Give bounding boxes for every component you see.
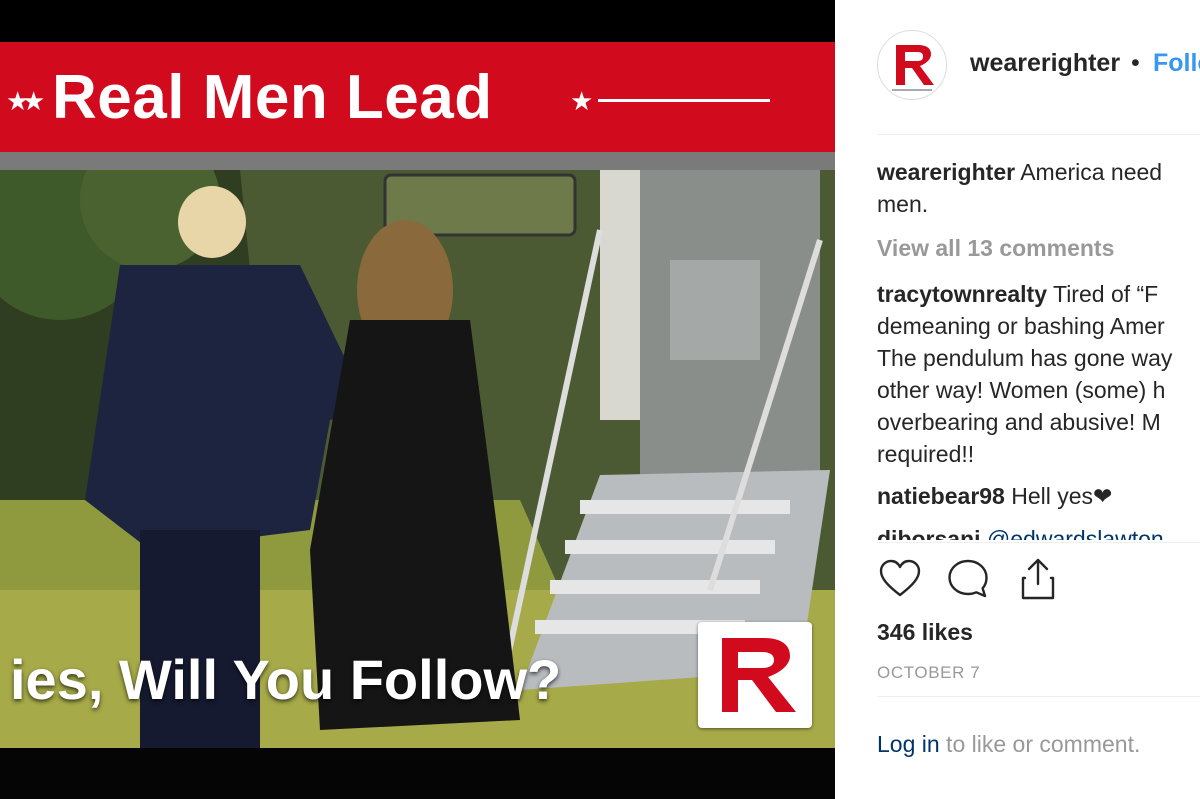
- post-caption: wearerighter America need men.: [877, 156, 1162, 220]
- comments-list: wearerighter America need men. View all …: [877, 150, 1200, 540]
- caption-text-line2: men.: [877, 191, 929, 217]
- mention-link[interactable]: @edwardslawton: [987, 526, 1164, 540]
- comment-username[interactable]: natiebear98: [877, 483, 1005, 509]
- banner-rule: [598, 99, 770, 102]
- login-text: to like or comment.: [939, 731, 1141, 757]
- post-media[interactable]: ★ ★ Real Men Lead ★ ies, Will You Follow…: [0, 0, 835, 799]
- r-logo-icon: [722, 638, 796, 712]
- banner-title: Real Men Lead: [52, 63, 493, 132]
- comment-text: overbearing and abusive! M: [877, 409, 1161, 435]
- media-bottom-bar: [0, 748, 835, 799]
- view-all-comments-link[interactable]: View all 13 comments: [877, 232, 1114, 264]
- righter-logo: [698, 622, 812, 728]
- comment-username[interactable]: tracytownrealty: [877, 281, 1047, 307]
- divider: [877, 696, 1200, 697]
- banner-strip: [0, 152, 835, 170]
- divider: [877, 542, 1200, 543]
- divider: [877, 134, 1200, 135]
- likes-count[interactable]: 346 likes: [877, 616, 973, 648]
- comment: diborsani @edwardslawton: [877, 523, 1164, 540]
- comment: natiebear98 Hell yes❤: [877, 480, 1112, 512]
- comment: tracytownrealty Tired of “F demeaning or…: [877, 278, 1172, 470]
- comment-username[interactable]: diborsani: [877, 526, 981, 540]
- action-bar: [877, 556, 1077, 606]
- post-header: wearerighter • Follo: [835, 0, 1200, 135]
- header-separator: •: [1131, 49, 1140, 77]
- comment-bubble-icon[interactable]: [945, 556, 991, 602]
- login-prompt: Log in to like or comment.: [877, 728, 1140, 760]
- image-caption: ies, Will You Follow?: [10, 648, 562, 711]
- header-username[interactable]: wearerighter: [970, 46, 1120, 80]
- login-link[interactable]: Log in: [877, 731, 940, 757]
- star-icon: ★: [22, 86, 46, 116]
- follow-button[interactable]: Follo: [1153, 46, 1200, 80]
- caption-text: America need: [1020, 159, 1163, 185]
- heart-icon[interactable]: [877, 556, 923, 602]
- comment-text: required!!: [877, 441, 975, 467]
- comment-text: other way! Women (some) h: [877, 377, 1166, 403]
- r-logo-icon: [892, 45, 934, 91]
- post-date: OCTOBER 7: [877, 663, 981, 682]
- star-icon: ★: [570, 86, 594, 116]
- comment-text: demeaning or bashing Amer: [877, 313, 1165, 339]
- comment-text: Hell yes❤: [1011, 483, 1113, 509]
- avatar[interactable]: [877, 30, 947, 100]
- share-icon[interactable]: [1015, 556, 1061, 602]
- caption-username[interactable]: wearerighter: [877, 159, 1015, 185]
- comment-text: Tired of “F: [1053, 281, 1159, 307]
- comment-text: The pendulum has gone way: [877, 345, 1173, 371]
- post-panel: wearerighter • Follo wearerighter Americ…: [835, 0, 1200, 799]
